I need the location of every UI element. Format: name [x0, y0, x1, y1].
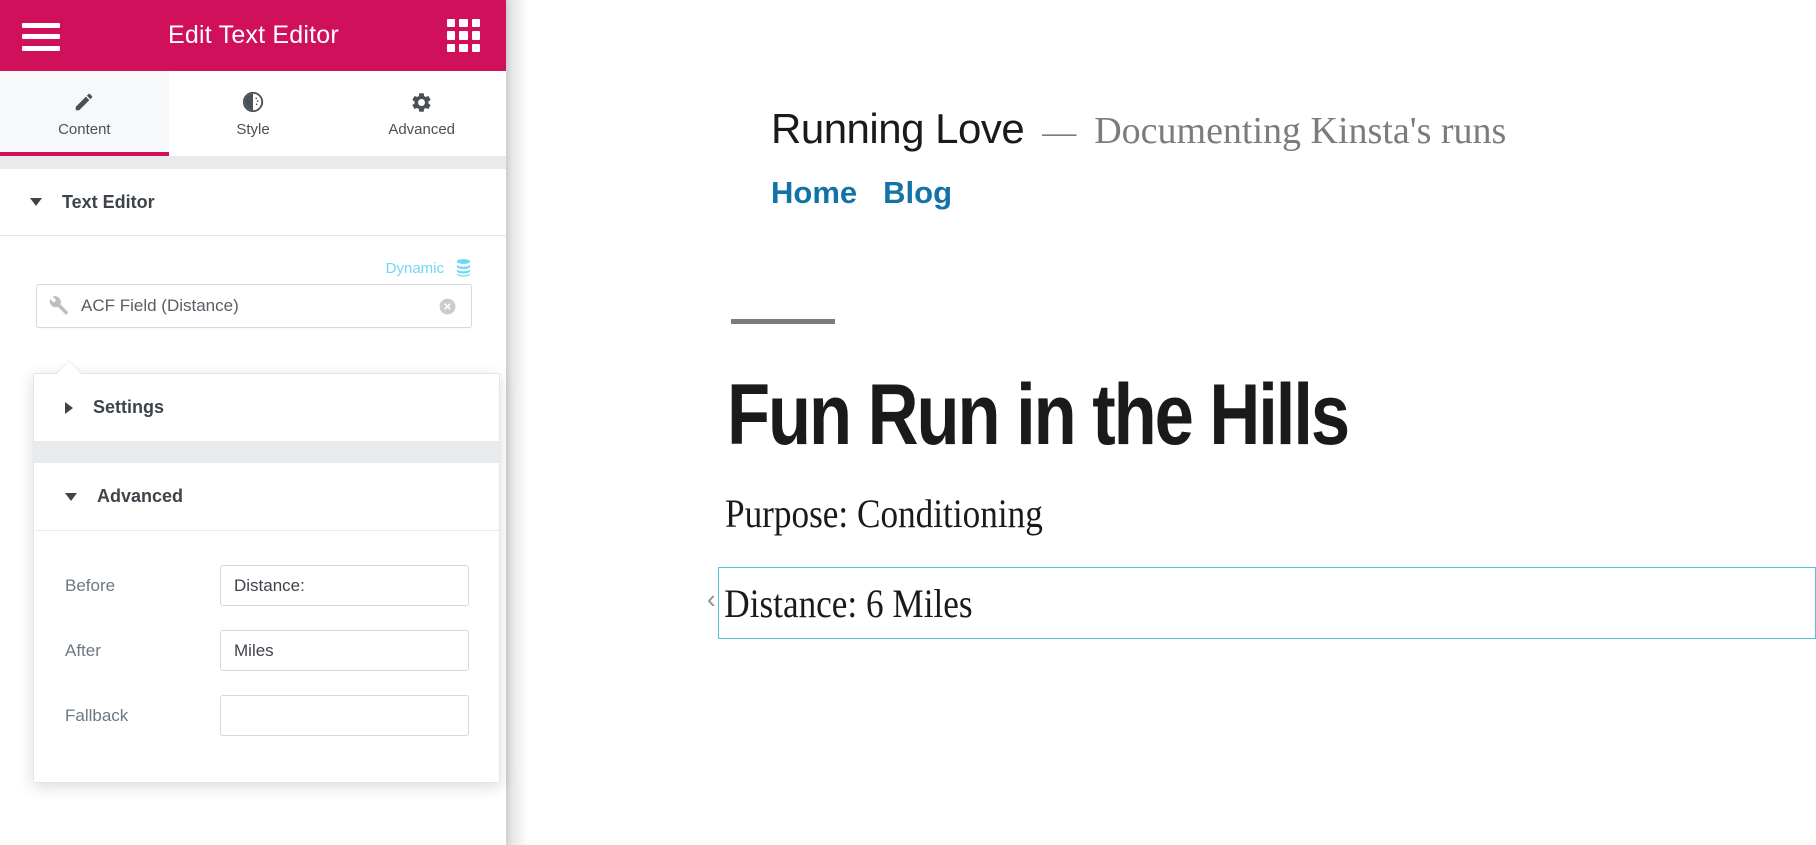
popup-advanced-label: Advanced	[97, 486, 184, 506]
close-circle-icon[interactable]	[438, 297, 457, 316]
selected-text-editor-widget[interactable]: ‹ Distance: 6 Miles	[707, 567, 1816, 639]
selected-widget-text: Distance: 6 Miles	[724, 580, 973, 626]
dynamic-label: Dynamic	[385, 259, 444, 277]
pencil-icon	[72, 90, 96, 114]
popup-section-settings[interactable]: Settings	[34, 374, 499, 441]
chevron-left-icon[interactable]: ‹	[707, 586, 716, 612]
panel-divider-strip	[0, 157, 506, 169]
contrast-circle-icon	[241, 90, 265, 114]
dynamic-tag-wrap: ACF Field (Distance)	[0, 284, 506, 328]
panel-header: Edit Text Editor	[0, 0, 506, 71]
tab-style-label: Style	[236, 121, 270, 138]
fallback-label: Fallback	[65, 705, 129, 725]
field-row-fallback: Fallback	[34, 683, 499, 748]
nav-link-blog[interactable]: Blog	[883, 175, 952, 211]
dynamic-toggle-row[interactable]: Dynamic	[0, 236, 506, 284]
popup-settings-label: Settings	[93, 397, 165, 417]
site-title-dash: —	[1042, 114, 1077, 151]
site-tagline: Documenting Kinsta's runs	[1094, 110, 1507, 152]
elementor-left-panel: Edit Text Editor Content Style Advanced …	[0, 0, 507, 845]
chevron-right-icon	[65, 401, 73, 414]
before-label: Before	[65, 575, 116, 595]
popup-divider-strip	[34, 441, 499, 463]
section-text-editor-label: Text Editor	[62, 191, 155, 212]
tab-style[interactable]: Style	[168, 71, 338, 156]
tab-content-label: Content	[58, 121, 111, 138]
nav-link-home[interactable]: Home	[771, 175, 857, 211]
chevron-down-icon	[65, 492, 77, 501]
panel-tabs: Content Style Advanced	[0, 71, 507, 157]
tab-content[interactable]: Content	[0, 71, 169, 156]
after-label: After	[65, 640, 101, 660]
fallback-input[interactable]	[220, 695, 469, 736]
hamburger-menu-icon[interactable]	[22, 21, 60, 51]
tab-advanced-label: Advanced	[388, 121, 456, 138]
dynamic-tag-value: ACF Field (Distance)	[81, 296, 239, 315]
dynamic-tag-field[interactable]: ACF Field (Distance)	[36, 284, 472, 328]
field-row-before: Before	[34, 553, 499, 618]
site-nav: Home Blog	[771, 175, 1816, 211]
gear-icon	[410, 90, 434, 114]
before-input[interactable]	[220, 565, 469, 606]
section-text-editor[interactable]: Text Editor	[0, 169, 506, 236]
site-title: Running Love	[771, 105, 1025, 152]
grid-apps-icon[interactable]	[446, 19, 480, 52]
field-row-after: After	[34, 618, 499, 683]
popup-advanced-body: Before After Fallback	[34, 530, 499, 782]
database-stack-icon	[454, 258, 473, 278]
site-content: Running Love — Documenting Kinsta's runs…	[506, 0, 1816, 639]
wrench-icon	[49, 296, 69, 316]
popup-section-advanced[interactable]: Advanced	[34, 463, 499, 530]
elementor-editor: Edit Text Editor Content Style Advanced …	[0, 0, 1816, 845]
site-preview: Running Love — Documenting Kinsta's runs…	[506, 0, 1816, 845]
panel-title: Edit Text Editor	[168, 21, 339, 49]
post-purpose-text: Purpose: Conditioning	[725, 491, 1043, 536]
after-input[interactable]	[220, 630, 469, 671]
dynamic-tag-popup: Settings Advanced Before After Fallback	[33, 373, 500, 783]
post-title: Fun Run in the Hills	[727, 367, 1350, 463]
chevron-down-icon	[30, 198, 42, 206]
post-divider-rule	[731, 319, 835, 324]
tab-advanced[interactable]: Advanced	[337, 71, 507, 156]
site-header: Running Love — Documenting Kinsta's runs	[771, 105, 1816, 153]
post-article: Fun Run in the Hills Purpose: Conditioni…	[707, 319, 1816, 639]
